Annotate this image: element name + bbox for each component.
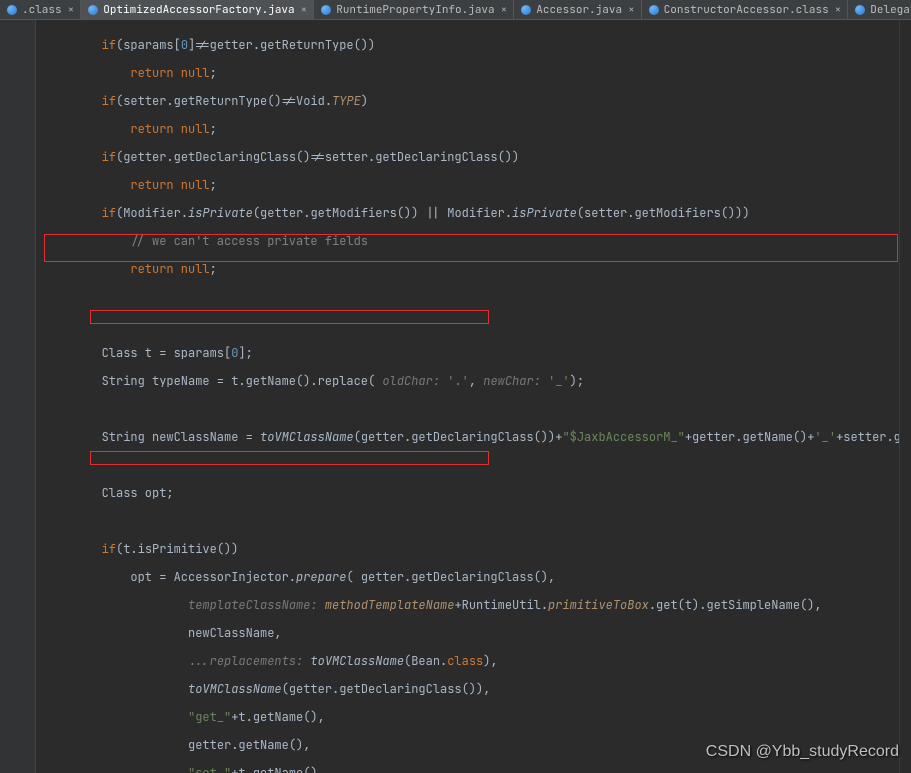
tab-label: DelegatingConstructorAccessorIm xyxy=(870,3,911,17)
tab-label: Accessor.java xyxy=(536,3,622,17)
tab-label: .class xyxy=(22,3,62,17)
close-icon[interactable]: × xyxy=(68,3,75,17)
tab-accessor[interactable]: Accessor.java × xyxy=(514,0,641,19)
close-icon[interactable]: × xyxy=(628,3,635,17)
tab-label: RuntimePropertyInfo.java xyxy=(336,3,494,17)
watermark: CSDN @Ybb_studyRecord xyxy=(706,743,899,761)
class-icon xyxy=(648,4,660,16)
close-icon[interactable]: × xyxy=(835,3,842,17)
tab-optimized-accessor-factory[interactable]: OptimizedAccessorFactory.java × xyxy=(81,0,314,19)
editor-tabs: .class × OptimizedAccessorFactory.java ×… xyxy=(0,0,911,20)
close-icon[interactable]: × xyxy=(501,3,508,17)
tab-constructor-accessor[interactable]: ConstructorAccessor.class × xyxy=(642,0,849,19)
code-area[interactable]: if(sparams[0]!=getter.getReturnType()) r… xyxy=(36,20,899,773)
tab-class[interactable]: .class × xyxy=(0,0,81,19)
close-icon[interactable]: × xyxy=(301,3,308,17)
java-icon xyxy=(87,4,99,16)
code-editor[interactable]: if(sparams[0]!=getter.getReturnType()) r… xyxy=(0,20,911,773)
java-icon xyxy=(6,4,18,16)
scroll-strip[interactable] xyxy=(899,20,911,773)
class-icon xyxy=(854,4,866,16)
java-icon xyxy=(320,4,332,16)
tab-runtime-property-info[interactable]: RuntimePropertyInfo.java × xyxy=(314,0,514,19)
java-icon xyxy=(520,4,532,16)
tab-label: ConstructorAccessor.class xyxy=(664,3,829,17)
tab-label: OptimizedAccessorFactory.java xyxy=(103,3,294,17)
gutter xyxy=(0,20,36,773)
tab-delegating-constructor[interactable]: DelegatingConstructorAccessorIm xyxy=(848,0,911,19)
